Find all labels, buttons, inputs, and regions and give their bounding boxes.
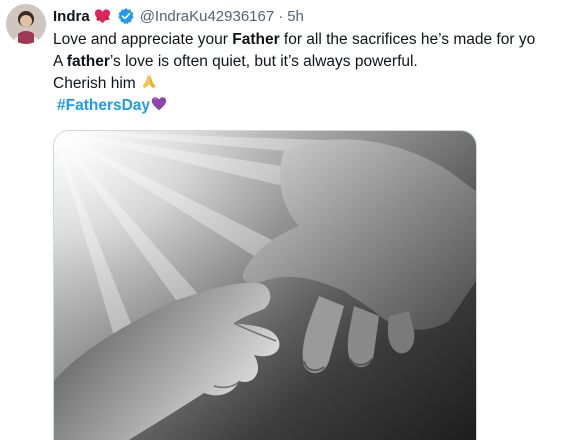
text-bold-fragment: father bbox=[66, 53, 110, 70]
text-bold-fragment: Father bbox=[232, 31, 280, 48]
tweet-card[interactable]: Indra @IndraKu42936167 · 5h Love and app… bbox=[0, 0, 575, 440]
text-fragment: Love and appreciate your bbox=[53, 31, 233, 48]
tweet-header: Indra @IndraKu42936167 · 5h bbox=[53, 5, 304, 27]
text-fragment: ’s love is often quiet, but it’s always … bbox=[109, 53, 418, 70]
heart-with-ribbon-icon bbox=[93, 7, 112, 26]
hashtag-link[interactable]: #FathersDay bbox=[57, 97, 150, 114]
separator-dot: · bbox=[278, 7, 284, 25]
tweet-image[interactable] bbox=[53, 130, 477, 440]
tweet-line-4: #FathersDay bbox=[53, 95, 575, 117]
verified-badge-icon[interactable] bbox=[117, 7, 135, 25]
text-fragment: Cherish him bbox=[53, 75, 140, 92]
text-fragment: for all the sacrifices he’s made for yo bbox=[279, 31, 536, 48]
timestamp[interactable]: 5h bbox=[287, 8, 304, 25]
author-handle[interactable]: @IndraKu42936167 bbox=[140, 8, 275, 25]
tweet-line-3: Cherish him bbox=[53, 73, 575, 95]
tweet-text: Love and appreciate your Father for all … bbox=[53, 29, 575, 117]
tweet-line-2: A father’s love is often quiet, but it’s… bbox=[53, 51, 575, 73]
purple-heart-icon bbox=[150, 95, 168, 120]
avatar[interactable] bbox=[6, 4, 46, 44]
text-fragment: A bbox=[53, 53, 67, 70]
tweet-line-1: Love and appreciate your Father for all … bbox=[53, 29, 575, 51]
author-name[interactable]: Indra bbox=[53, 8, 90, 25]
